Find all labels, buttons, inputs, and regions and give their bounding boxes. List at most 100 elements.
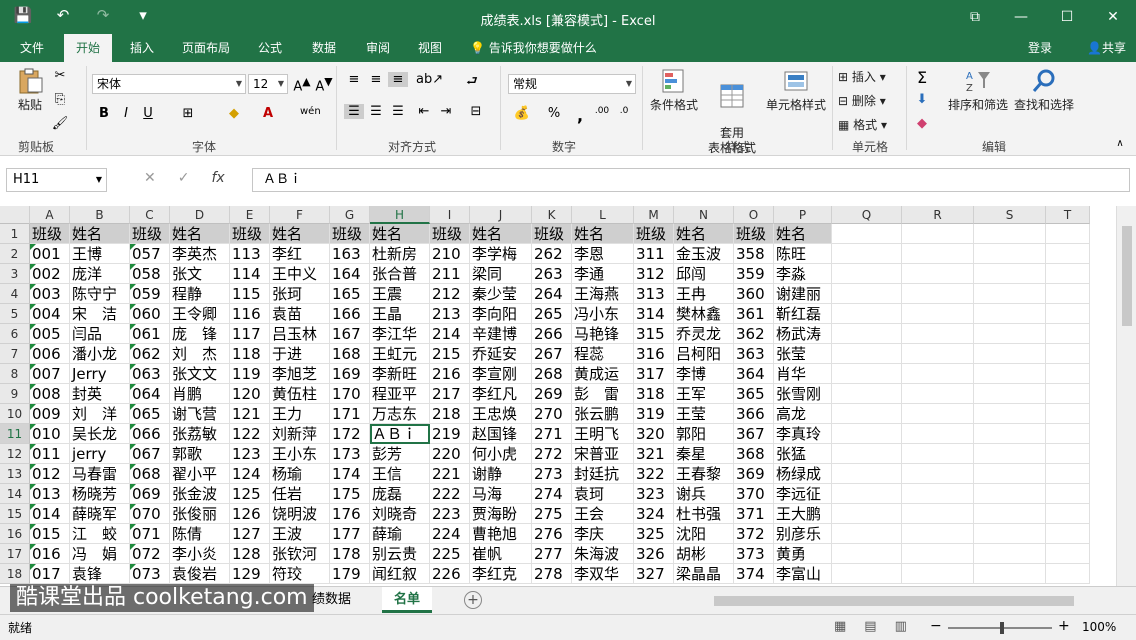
delete-cells-button[interactable]: ⊟ 删除 ▾ — [838, 92, 886, 109]
table-cell[interactable] — [832, 524, 902, 544]
table-cell[interactable]: 金玉波 — [674, 244, 734, 264]
table-cell[interactable]: 班级 — [130, 224, 170, 244]
table-cell[interactable] — [1046, 304, 1090, 324]
table-cell[interactable]: 225 — [430, 544, 470, 564]
table-cell[interactable]: 袁珂 — [572, 484, 634, 504]
table-cell[interactable]: 322 — [634, 464, 674, 484]
table-cell[interactable]: 李小炎 — [170, 544, 230, 564]
table-cell[interactable]: 005 — [30, 324, 70, 344]
table-cell[interactable] — [1046, 284, 1090, 304]
table-cell[interactable]: 姓名 — [270, 224, 330, 244]
conditional-format-button[interactable]: 条件格式 — [648, 68, 700, 113]
worksheet-grid[interactable]: A B C D E F G H I J K L M N O P Q R S T 1 班级 姓名 班级 姓名 班级 姓名 班级 姓名 班级姓… — [0, 206, 1116, 586]
align-top-icon[interactable]: ≡ — [344, 72, 364, 87]
row-header[interactable]: 14 — [0, 484, 30, 504]
table-cell[interactable]: 李远征 — [774, 484, 832, 504]
sort-filter-button[interactable]: AZ 排序和筛选 — [946, 68, 1010, 113]
table-cell[interactable]: 王莹 — [674, 404, 734, 424]
table-cell[interactable]: 肖华 — [774, 364, 832, 384]
clear-icon[interactable]: ◆ — [912, 116, 932, 131]
table-cell[interactable]: 220 — [430, 444, 470, 464]
table-cell[interactable]: 128 — [230, 544, 270, 564]
table-cell[interactable] — [902, 544, 974, 564]
table-cell[interactable] — [974, 244, 1046, 264]
table-cell[interactable]: 杨瑜 — [270, 464, 330, 484]
table-cell[interactable]: 姓名 — [370, 224, 430, 244]
table-cell[interactable]: 061 — [130, 324, 170, 344]
table-cell[interactable]: 班级 — [30, 224, 70, 244]
table-cell[interactable]: 邱闯 — [674, 264, 734, 284]
table-cell[interactable]: 321 — [634, 444, 674, 464]
table-cell[interactable]: 程静 — [170, 284, 230, 304]
column-header-d[interactable]: D — [170, 206, 230, 224]
table-cell[interactable]: 王忠焕 — [470, 404, 532, 424]
row-header[interactable]: 9 — [0, 384, 30, 404]
table-cell[interactable]: 163 — [330, 244, 370, 264]
table-cell[interactable] — [1046, 444, 1090, 464]
table-cell[interactable]: 270 — [532, 404, 572, 424]
table-cell[interactable]: 070 — [130, 504, 170, 524]
table-cell[interactable]: 164 — [330, 264, 370, 284]
row-header[interactable]: 17 — [0, 544, 30, 564]
table-cell[interactable]: 210 — [430, 244, 470, 264]
table-cell[interactable]: 015 — [30, 524, 70, 544]
horizontal-scrollbar[interactable] — [700, 594, 1120, 608]
table-cell[interactable]: 359 — [734, 264, 774, 284]
table-cell[interactable] — [1046, 564, 1090, 584]
table-cell[interactable]: 冯小东 — [572, 304, 634, 324]
column-header-r[interactable]: R — [902, 206, 974, 224]
table-cell[interactable]: 李双华 — [572, 564, 634, 584]
table-cell[interactable] — [974, 524, 1046, 544]
table-cell[interactable]: 于进 — [270, 344, 330, 364]
table-cell[interactable] — [974, 364, 1046, 384]
table-cell[interactable]: 靳红磊 — [774, 304, 832, 324]
table-cell[interactable]: 庞磊 — [370, 484, 430, 504]
font-color-icon[interactable]: A — [258, 106, 278, 121]
row-header[interactable]: 15 — [0, 504, 30, 524]
align-bottom-icon[interactable]: ≡ — [388, 72, 408, 87]
table-cell[interactable]: 317 — [634, 364, 674, 384]
row-header[interactable]: 6 — [0, 324, 30, 344]
table-cell[interactable]: 封英 — [70, 384, 130, 404]
table-cell[interactable]: 062 — [130, 344, 170, 364]
table-cell[interactable]: 崔帆 — [470, 544, 532, 564]
table-cell[interactable]: 117 — [230, 324, 270, 344]
table-cell[interactable]: 373 — [734, 544, 774, 564]
table-cell[interactable] — [1046, 244, 1090, 264]
table-cell[interactable]: 012 — [30, 464, 70, 484]
table-cell[interactable]: 125 — [230, 484, 270, 504]
align-right-icon[interactable]: ☰ — [388, 104, 408, 119]
tab-home[interactable]: 开始 — [64, 34, 113, 62]
cancel-icon[interactable]: ✕ — [144, 170, 156, 186]
table-cell[interactable]: 姓名 — [70, 224, 130, 244]
table-cell[interactable]: 袁锋 — [70, 564, 130, 584]
table-cell[interactable]: 程蕊 — [572, 344, 634, 364]
column-header-s[interactable]: S — [974, 206, 1046, 224]
row-header[interactable]: 11 — [0, 424, 30, 444]
table-cell[interactable] — [974, 304, 1046, 324]
formula-input[interactable]: ＡＢｉ — [252, 168, 1130, 192]
table-cell[interactable]: 吕柯阳 — [674, 344, 734, 364]
table-cell[interactable] — [902, 504, 974, 524]
select-all-corner[interactable] — [0, 206, 30, 224]
table-cell[interactable] — [832, 564, 902, 584]
table-cell[interactable] — [974, 444, 1046, 464]
column-header-c[interactable]: C — [130, 206, 170, 224]
decrease-decimal-icon[interactable]: .0 — [614, 106, 634, 116]
table-cell[interactable]: 班级 — [230, 224, 270, 244]
column-header-m[interactable]: M — [634, 206, 674, 224]
table-cell[interactable]: 214 — [430, 324, 470, 344]
table-cell[interactable]: 刘 杰 — [170, 344, 230, 364]
table-cell[interactable]: 119 — [230, 364, 270, 384]
table-cell[interactable] — [974, 564, 1046, 584]
underline-icon[interactable]: U — [138, 106, 158, 121]
percent-icon[interactable]: % — [544, 106, 564, 121]
table-cell[interactable]: 372 — [734, 524, 774, 544]
table-cell[interactable]: 陈守宁 — [70, 284, 130, 304]
row-header[interactable]: 1 — [0, 224, 30, 244]
table-cell[interactable]: 367 — [734, 424, 774, 444]
number-format-select[interactable]: 常规 ▼ — [508, 74, 636, 94]
table-cell[interactable] — [974, 404, 1046, 424]
table-cell[interactable] — [902, 424, 974, 444]
table-cell[interactable] — [974, 424, 1046, 444]
